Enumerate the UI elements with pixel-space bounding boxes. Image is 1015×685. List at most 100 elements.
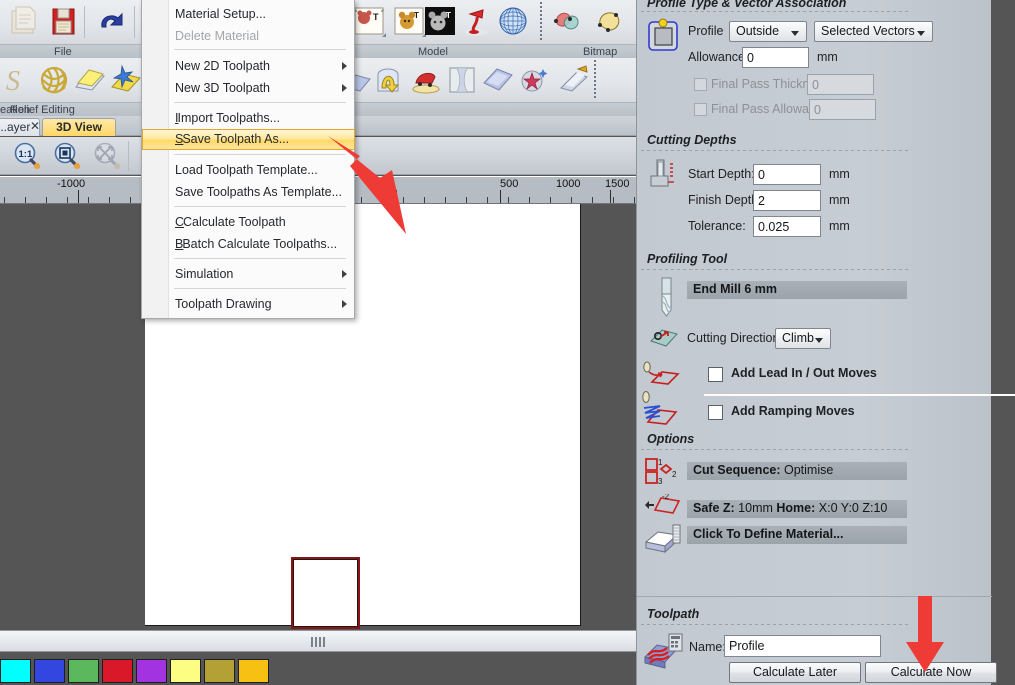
ribbon-group-label-model: Model: [418, 45, 448, 59]
bitmap-overlay-icon[interactable]: [550, 5, 586, 39]
section-header-cutting-depths: Cutting Depths: [647, 133, 737, 147]
ruler-label-3: 1500: [605, 178, 629, 190]
ruler-label-2: 1000: [556, 178, 580, 190]
color-palette: [0, 657, 636, 685]
ribbon-group-divider-2: [594, 60, 596, 100]
text-tool-icon[interactable]: S: [0, 63, 36, 97]
menu-item-label: Import Toolpaths...: [177, 111, 280, 125]
menu-item-save-toolpath-as[interactable]: SSave Toolpath As...: [142, 129, 355, 150]
ribbon-group-divider: [540, 2, 542, 42]
final-pass-thickness-input[interactable]: 0: [807, 74, 874, 95]
tab-layer-label: ...ayer: [0, 120, 30, 134]
palette-swatch-2[interactable]: [68, 659, 99, 683]
menu-item-calculate-toolpath[interactable]: CCalculate Toolpath: [143, 211, 355, 233]
menu-item-material-setup[interactable]: Material Setup...: [143, 3, 355, 25]
menu-item-new-3d-toolpath[interactable]: New 3D Toolpath: [143, 77, 355, 99]
distort-icon[interactable]: [444, 63, 480, 97]
menu-item-save-toolpaths-as-template[interactable]: Save Toolpaths As Template...: [143, 181, 355, 203]
svg-text:3: 3: [658, 477, 663, 486]
palette-swatch-7[interactable]: [238, 659, 269, 683]
menu-item-label: Save Toolpaths As Template...: [175, 185, 342, 199]
final-pass-allowance-checkbox[interactable]: [694, 103, 707, 116]
chevron-down-icon: [815, 338, 823, 343]
lead-in-out-checkbox[interactable]: [708, 367, 723, 382]
define-material-bar[interactable]: Click To Define Material...: [687, 526, 907, 544]
vector-boundary-icon[interactable]: [592, 5, 628, 39]
toolpath-name-label: Name:: [689, 640, 726, 654]
safe-z-icon: -2: [643, 494, 683, 523]
menu-item-simulation[interactable]: Simulation: [143, 263, 355, 285]
zoom-extents-button[interactable]: [92, 141, 122, 171]
finish-depth-value: 2: [758, 194, 765, 208]
finish-depth-input[interactable]: 2: [753, 190, 821, 211]
profile-side-select[interactable]: Outside: [729, 21, 807, 42]
cut-sequence-bar[interactable]: Cut Sequence: Optimise: [687, 462, 907, 480]
palette-swatch-4[interactable]: [136, 659, 167, 683]
palette-swatch-5[interactable]: [170, 659, 201, 683]
menu-item-import-toolpaths[interactable]: IImport Toolpaths...: [143, 107, 355, 129]
smooth-relief-icon[interactable]: [480, 63, 516, 97]
cutting-direction-select[interactable]: Climb: [775, 328, 831, 349]
toolpath-name-input[interactable]: Profile: [724, 635, 881, 657]
palette-swatch-1[interactable]: [34, 659, 65, 683]
final-pass-thickness-checkbox[interactable]: [694, 78, 707, 91]
toolpaths-dropdown-menu[interactable]: Material Setup... Delete Material New 2D…: [141, 0, 355, 319]
finish-depth-unit: mm: [829, 193, 850, 207]
bevel-icon[interactable]: [372, 63, 408, 97]
menu-item-delete-material: Delete Material: [143, 25, 355, 47]
close-icon[interactable]: ✕: [30, 119, 40, 133]
start-depth-input[interactable]: 0: [753, 164, 821, 185]
splitter-grip-icon[interactable]: [311, 637, 325, 647]
grayscale-teddy-icon[interactable]: T: [422, 5, 458, 39]
palette-swatch-3[interactable]: [102, 659, 133, 683]
allowance-input[interactable]: 0: [742, 47, 809, 68]
tab-3d-view[interactable]: 3D View: [42, 118, 116, 136]
svg-text:-2: -2: [662, 494, 670, 501]
lamp-icon[interactable]: [458, 5, 494, 39]
palette-swatch-0[interactable]: [0, 659, 31, 683]
selected-vector-rectangle[interactable]: [291, 557, 360, 629]
menu-item-batch-calculate-toolpaths[interactable]: BBatch Calculate Toolpaths...: [143, 233, 355, 255]
selected-tool-bar[interactable]: End Mill 6 mm: [687, 281, 907, 299]
calculate-later-button[interactable]: Calculate Later: [729, 662, 861, 683]
zoom-selection-button[interactable]: [52, 141, 82, 171]
start-depth-label: Start Depth:: [688, 167, 755, 181]
palette-swatch-6[interactable]: [204, 659, 235, 683]
tolerance-input[interactable]: 0.025: [753, 216, 821, 237]
extrude-icon[interactable]: [72, 63, 108, 97]
menu-item-toolpath-drawing[interactable]: Toolpath Drawing: [143, 293, 355, 315]
final-pass-thickness-value: 0: [812, 78, 819, 92]
chevron-right-icon: [342, 62, 347, 70]
calculate-now-label: Calculate Now: [891, 665, 972, 679]
vector-association-select[interactable]: Selected Vectors: [814, 21, 933, 42]
weave-icon[interactable]: [36, 63, 72, 97]
undo-icon[interactable]: [92, 5, 128, 39]
open-file-icon[interactable]: [6, 5, 42, 39]
ramping-moves-checkbox[interactable]: [708, 405, 723, 420]
lead-in-out-icon: [640, 360, 680, 393]
calculate-now-button[interactable]: Calculate Now: [865, 662, 997, 683]
final-pass-allowance-input[interactable]: 0: [809, 99, 876, 120]
selected-tool-name: End Mill 6 mm: [693, 282, 777, 296]
menu-item-load-toolpath-template[interactable]: Load Toolpath Template...: [143, 159, 355, 181]
save-file-icon[interactable]: [46, 5, 82, 39]
section-header-profiling-tool: Profiling Tool: [647, 252, 727, 266]
hat-relief-icon[interactable]: [408, 63, 444, 97]
profile-outside-icon[interactable]: [647, 18, 681, 55]
star-fade-icon[interactable]: [516, 63, 552, 97]
allowance-value: 0: [747, 51, 754, 65]
bitmap-teddy-icon[interactable]: T: [352, 5, 388, 39]
airbrush-icon[interactable]: [556, 63, 592, 97]
toolbar-separator: [84, 6, 85, 38]
menu-item-new-2d-toolpath[interactable]: New 2D Toolpath: [143, 55, 355, 77]
panel-splitter[interactable]: [0, 630, 636, 652]
safe-z-home-bar[interactable]: Safe Z: 10mm Home: X:0 Y:0 Z:10: [687, 500, 907, 518]
chevron-right-icon: [342, 84, 347, 92]
define-material-icon[interactable]: [643, 524, 685, 559]
star-deform-icon[interactable]: [108, 63, 144, 97]
menu-item-label: New 3D Toolpath: [175, 81, 270, 95]
home-value: X:0 Y:0 Z:10: [819, 501, 888, 515]
panel-divider-white: [704, 394, 1015, 396]
zoom-1to1-button[interactable]: 1:1: [12, 141, 42, 171]
mesh-sphere-icon[interactable]: [495, 5, 531, 39]
